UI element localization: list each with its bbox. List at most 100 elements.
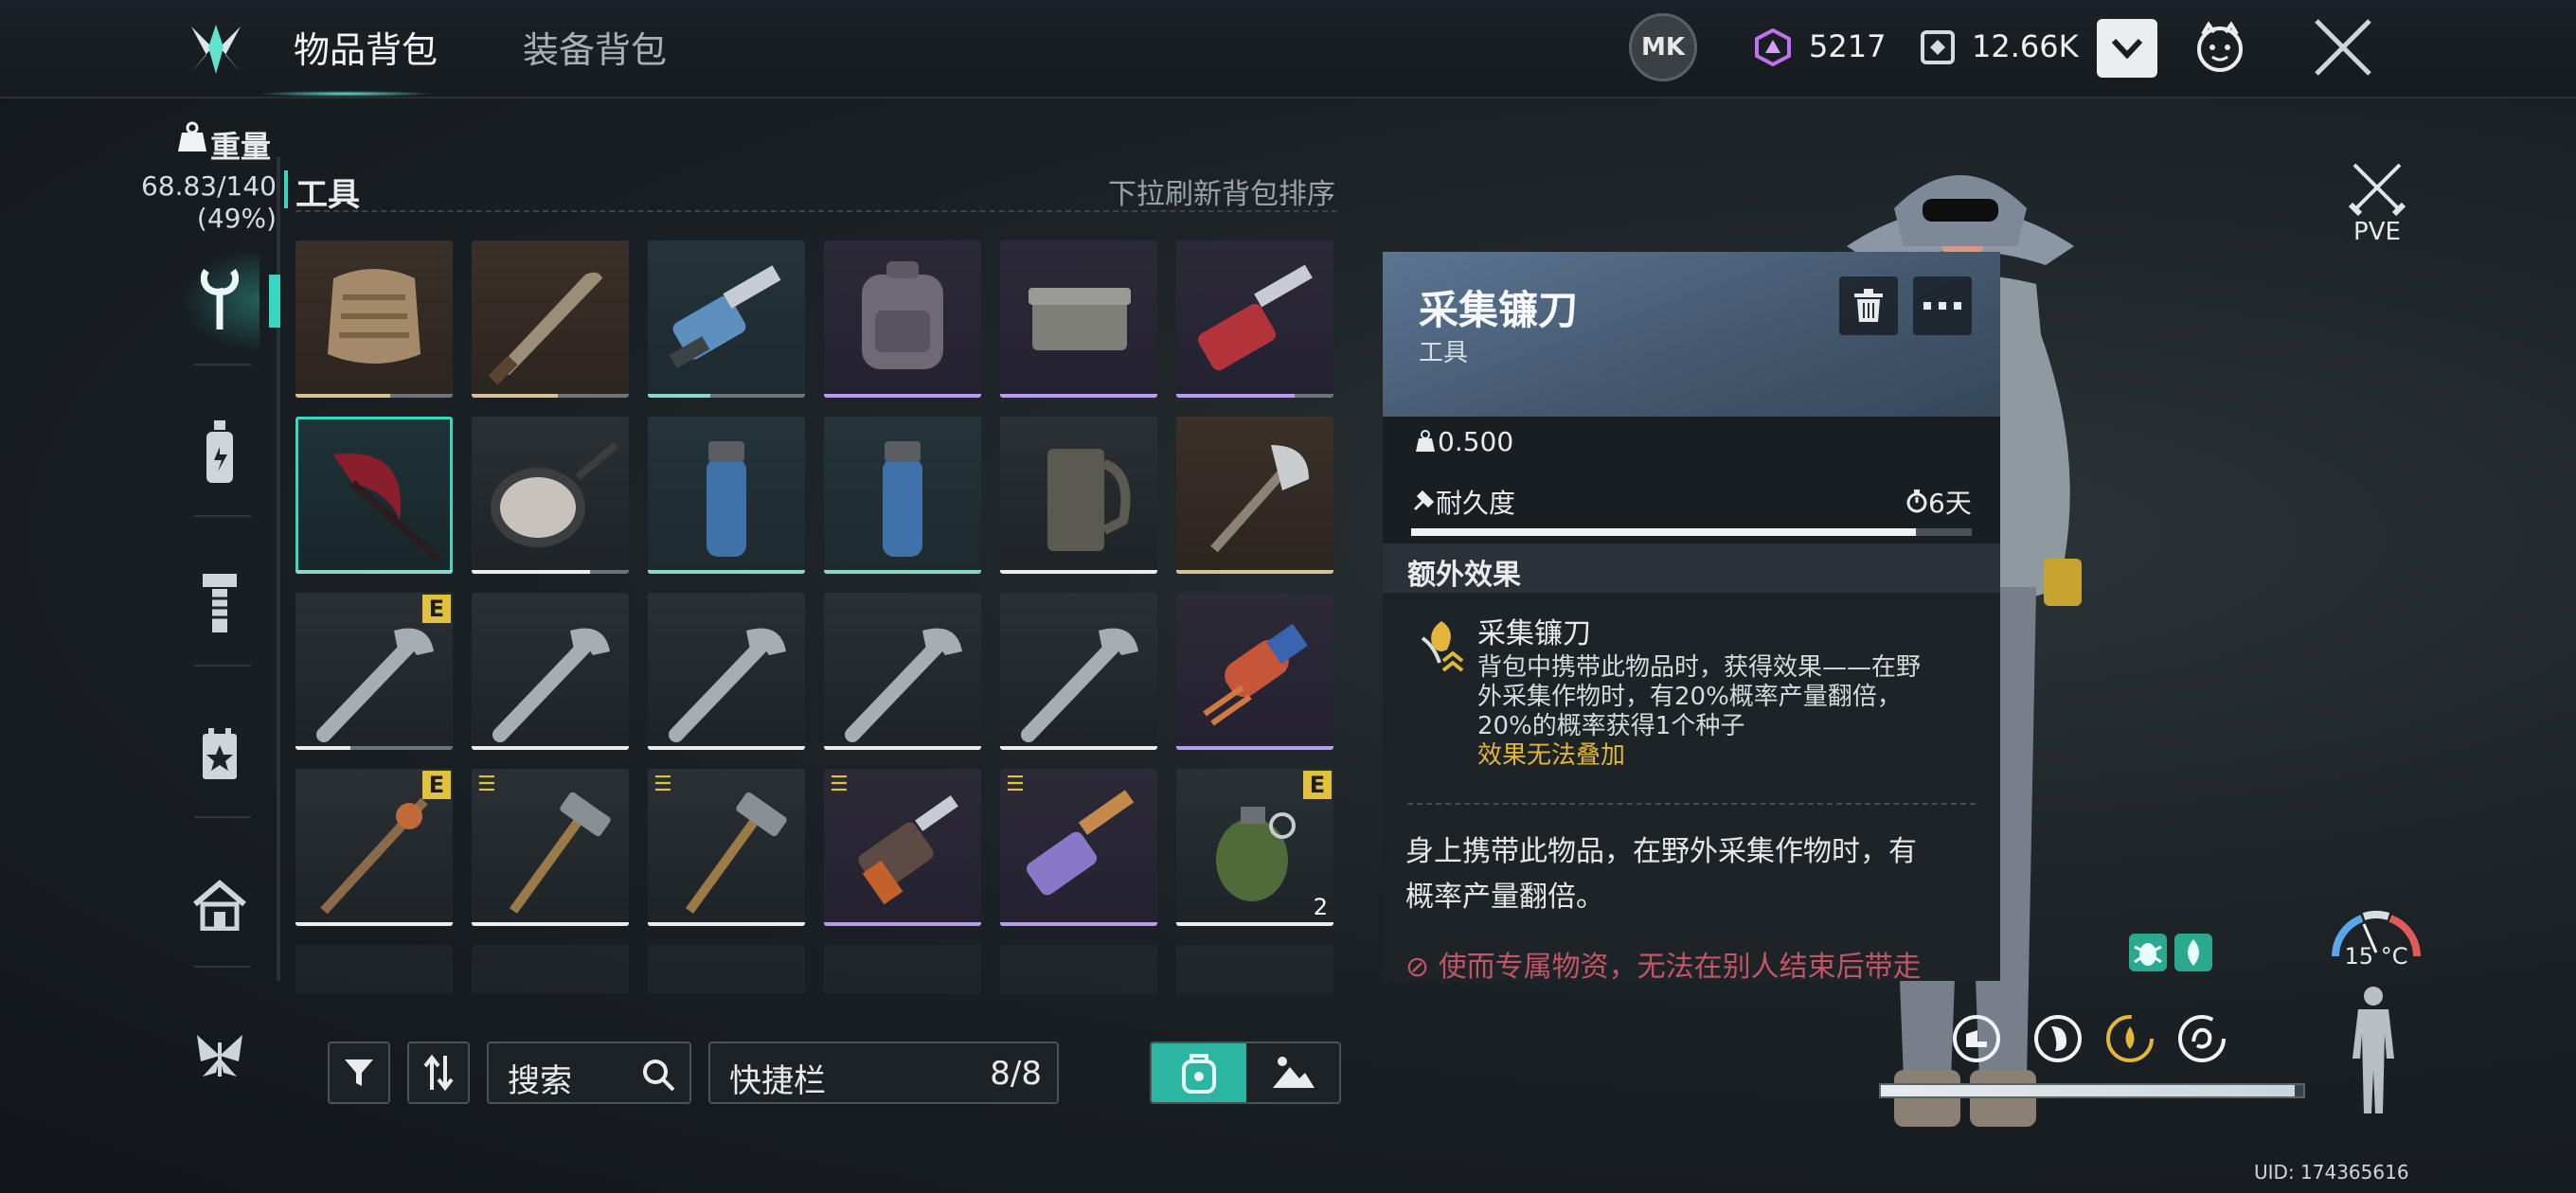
trash-icon (1854, 289, 1883, 322)
frying-pan-icon (491, 441, 618, 547)
backpack-mode-button[interactable] (1152, 1043, 1246, 1102)
durability-fill (295, 922, 453, 926)
category-tools[interactable] (180, 248, 259, 352)
durability-row: 耐久度 6天 (1383, 468, 2000, 555)
inventory-slot[interactable]: ☰ (472, 769, 629, 926)
inventory-slot[interactable]: E2 (1176, 769, 1333, 926)
crystal-currency-amount: 5217 (1809, 28, 1887, 64)
expand-currency-button[interactable] (2097, 19, 2157, 78)
weight-percent: (49%) (196, 203, 277, 234)
pet-face-icon[interactable] (2193, 21, 2246, 74)
filter-button[interactable] (328, 1042, 390, 1104)
inventory-slot[interactable] (1176, 240, 1333, 398)
quickbar-label: 快捷栏 (729, 1062, 826, 1100)
inventory-slot-partial[interactable] (824, 945, 981, 994)
search-input[interactable]: 搜索 (487, 1042, 691, 1104)
inventory-slot[interactable]: ☰ (1000, 769, 1157, 926)
inventory-slot[interactable] (648, 417, 805, 574)
inventory-slot[interactable]: ☰ (648, 769, 805, 926)
category-separator (194, 966, 251, 968)
equipped-badge: E (422, 771, 451, 799)
delete-button[interactable] (1839, 276, 1898, 335)
category-misc[interactable] (180, 1004, 259, 1108)
inventory-slot[interactable] (824, 240, 981, 398)
inventory-slot[interactable] (472, 240, 629, 398)
inventory-slot[interactable] (824, 417, 981, 574)
top-bar: 物品背包 装备背包 MK 5217 12.66K (0, 0, 2576, 98)
inventory-slot[interactable] (1000, 240, 1157, 398)
category-accent (284, 170, 288, 208)
category-building[interactable] (180, 852, 259, 956)
island-mode-button[interactable] (1246, 1043, 1339, 1102)
inventory-slot-partial[interactable] (295, 945, 453, 994)
inventory-slot[interactable] (1176, 593, 1333, 750)
inventory-slot[interactable]: ☰ (824, 769, 981, 926)
durability-bar (1411, 528, 1972, 536)
inventory-slot[interactable] (472, 593, 629, 750)
body-status-icon[interactable] (2347, 985, 2400, 1117)
inventory-slot[interactable] (472, 417, 629, 574)
inventory-slot[interactable]: E (295, 769, 453, 926)
ghillie-vest-icon (328, 269, 420, 364)
inventory-slot-partial[interactable] (648, 945, 805, 994)
inventory-slot[interactable] (295, 417, 453, 574)
bottle-icon (206, 420, 233, 483)
game-logo-icon[interactable] (186, 19, 246, 80)
inventory-slot[interactable] (648, 240, 805, 398)
warning-icon: ⊘ (1405, 951, 1439, 981)
bolt-icon (203, 574, 237, 632)
mk-badge-icon[interactable]: MK (1629, 13, 1697, 81)
mk-badge-text: MK (1640, 33, 1686, 62)
buff-regen-icon[interactable] (2174, 934, 2212, 971)
timer-icon (1906, 490, 1927, 513)
inventory-slot[interactable] (1000, 593, 1157, 750)
inventory-slot[interactable] (295, 240, 453, 398)
sort-button[interactable] (407, 1042, 470, 1104)
token-currency-amount: 12.66K (1972, 28, 2079, 64)
quickbar-button[interactable]: 快捷栏 8/8 (708, 1042, 1059, 1104)
category-separator (194, 665, 251, 667)
durability-fill (648, 394, 711, 398)
inventory-slot[interactable] (824, 593, 981, 750)
active-tab-indicator (256, 91, 436, 97)
effect-description: 背包中携带此物品时，获得效果——在野 外采集作物时，有20%概率产量翻倍， 20… (1477, 653, 1921, 771)
inventory-slot[interactable] (648, 593, 805, 750)
inventory-slot[interactable] (1000, 417, 1157, 574)
upgrade-mark-icon: ☰ (653, 773, 672, 796)
house-icon (193, 880, 246, 931)
category-separator (194, 816, 251, 818)
durability-fill (648, 922, 805, 926)
upgrade-mark-icon: ☰ (830, 773, 849, 796)
category-consumables[interactable] (180, 400, 259, 504)
durability-fill (295, 394, 390, 398)
category-special[interactable] (180, 703, 259, 807)
inventory-slot-partial[interactable] (1176, 945, 1333, 994)
more-options-button[interactable] (1913, 276, 1972, 335)
durability-hammer-icon (1413, 490, 1435, 511)
item-detail-header: 采集镰刀 工具 (1383, 252, 2000, 417)
inventory-slot-partial[interactable] (472, 945, 629, 994)
category-materials[interactable] (180, 551, 259, 655)
harvest-buff-icon (1421, 621, 1464, 672)
pve-crossed-swords-icon[interactable] (2348, 159, 2406, 222)
tab-item-bag[interactable]: 物品背包 (294, 21, 438, 73)
detail-divider (1407, 803, 1976, 805)
search-icon (643, 1059, 675, 1092)
inventory-slot[interactable] (1176, 417, 1333, 574)
durability-fill (1000, 922, 1157, 926)
inventory-slot[interactable]: E (295, 593, 453, 750)
durability-fill (295, 746, 351, 750)
sanity-icon (2176, 1013, 2227, 1064)
token-currency-icon (1919, 28, 1957, 66)
close-icon[interactable] (2311, 15, 2375, 80)
sort-icon (423, 1054, 454, 1092)
durability-fill (1176, 570, 1333, 574)
exclusive-warning: ⊘ 使而专属物资，无法在别人结束后带走 (1405, 943, 1922, 981)
hydration-icon (2104, 1013, 2156, 1064)
inventory-slot-partial[interactable] (1000, 945, 1157, 994)
durability-fill (472, 394, 559, 398)
tab-equipment-bag[interactable]: 装备背包 (523, 21, 667, 73)
wrench-icon (845, 628, 962, 742)
buff-pest-icon[interactable] (2129, 934, 2167, 971)
active-category-indicator (269, 275, 280, 328)
